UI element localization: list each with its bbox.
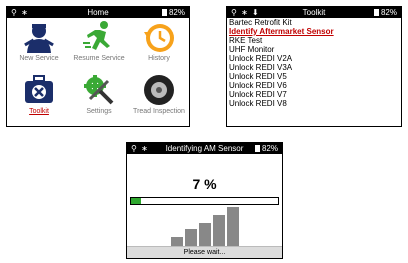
menu-item-unlock-redi-v5[interactable]: Unlock REDI V5 bbox=[229, 72, 401, 81]
battery-icon bbox=[373, 9, 379, 16]
menu-item-unlock-redi-v7[interactable]: Unlock REDI V7 bbox=[229, 90, 401, 99]
toolkit-case-icon bbox=[25, 75, 53, 103]
signal-strength-icon bbox=[171, 207, 241, 247]
tile-tread-inspection[interactable]: Tread Inspection bbox=[131, 73, 187, 125]
running-man-icon bbox=[83, 21, 110, 50]
status-bar: ⚲ ∗ Home 82% bbox=[7, 7, 189, 18]
battery-indicator: 82% bbox=[373, 7, 397, 18]
tile-label: Settings bbox=[86, 108, 112, 115]
technician-icon bbox=[24, 24, 54, 53]
home-screen: ⚲ ∗ Home 82% New Service Resume Service bbox=[6, 6, 190, 127]
tile-label: Resume Service bbox=[73, 55, 125, 62]
battery-level: 82% bbox=[261, 144, 278, 153]
progress-bar bbox=[130, 197, 279, 205]
signal-bar bbox=[185, 229, 197, 247]
menu-item-identify-aftermarket-sensor[interactable]: Identify Aftermarket Sensor bbox=[229, 27, 401, 36]
signal-bar bbox=[227, 207, 239, 247]
battery-indicator: 82% bbox=[161, 7, 185, 18]
menu-item-bartec-retrofit-kit[interactable]: Bartec Retrofit Kit bbox=[229, 18, 401, 27]
battery-level: 82% bbox=[380, 8, 397, 17]
battery-indicator: 82% bbox=[254, 143, 278, 154]
menu-item-rke-test[interactable]: RKE Test bbox=[229, 36, 401, 45]
status-bar: ⚲ ∗ Identifying AM Sensor 82% bbox=[127, 143, 282, 154]
progress-percent: 7 % bbox=[192, 176, 217, 192]
tile-label: Tread Inspection bbox=[133, 108, 185, 115]
signal-bar bbox=[199, 223, 211, 247]
tile-resume-service[interactable]: Resume Service bbox=[71, 20, 127, 72]
tile-settings[interactable]: Settings bbox=[71, 73, 127, 125]
settings-tools-icon bbox=[84, 75, 114, 105]
history-clock-icon bbox=[144, 24, 174, 52]
battery-icon bbox=[161, 9, 167, 16]
tile-toolkit[interactable]: Toolkit bbox=[11, 73, 67, 125]
status-bar: ⚲ ∗ ⬇ Toolkit 82% bbox=[227, 7, 401, 18]
battery-icon bbox=[254, 145, 260, 152]
progress-fill bbox=[131, 198, 142, 204]
toolkit-menu: Bartec Retrofit Kit Identify Aftermarket… bbox=[229, 18, 401, 108]
toolkit-screen: ⚲ ∗ ⬇ Toolkit 82% Bartec Retrofit Kit Id… bbox=[226, 6, 402, 127]
tile-new-service[interactable]: New Service bbox=[11, 20, 67, 72]
identifying-sensor-screen: ⚲ ∗ Identifying AM Sensor 82% 7 % Please… bbox=[126, 142, 283, 259]
menu-item-unlock-redi-v3a[interactable]: Unlock REDI V3A bbox=[229, 63, 401, 72]
status-footer: Please wait... bbox=[127, 246, 282, 258]
menu-item-unlock-redi-v6[interactable]: Unlock REDI V6 bbox=[229, 81, 401, 90]
tile-label: Toolkit bbox=[29, 108, 49, 115]
menu-item-unlock-redi-v2a[interactable]: Unlock REDI V2A bbox=[229, 54, 401, 63]
tile-history[interactable]: History bbox=[131, 20, 187, 72]
battery-level: 82% bbox=[168, 8, 185, 17]
menu-item-unlock-redi-v8[interactable]: Unlock REDI V8 bbox=[229, 99, 401, 108]
menu-item-uhf-monitor[interactable]: UHF Monitor bbox=[229, 45, 401, 54]
tire-icon bbox=[144, 75, 174, 105]
tile-label: History bbox=[148, 55, 170, 62]
tile-label: New Service bbox=[19, 55, 59, 62]
signal-bar bbox=[213, 215, 225, 247]
